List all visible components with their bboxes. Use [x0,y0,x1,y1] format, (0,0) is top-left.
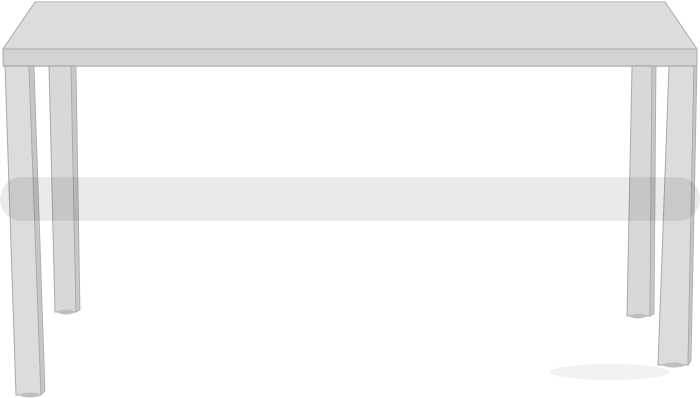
floor-shadow [550,364,670,380]
tabletop-front-edge [2,48,698,67]
product-image [0,0,700,398]
back-left-leg [48,65,81,315]
back-right-leg [626,65,657,319]
tabletop [2,1,698,67]
front-right-leg [657,65,698,368]
front-left-leg [4,65,46,398]
back-legs [48,65,657,319]
tabletop-surface [2,1,698,50]
table-illustration [2,1,698,398]
front-legs [4,65,698,398]
